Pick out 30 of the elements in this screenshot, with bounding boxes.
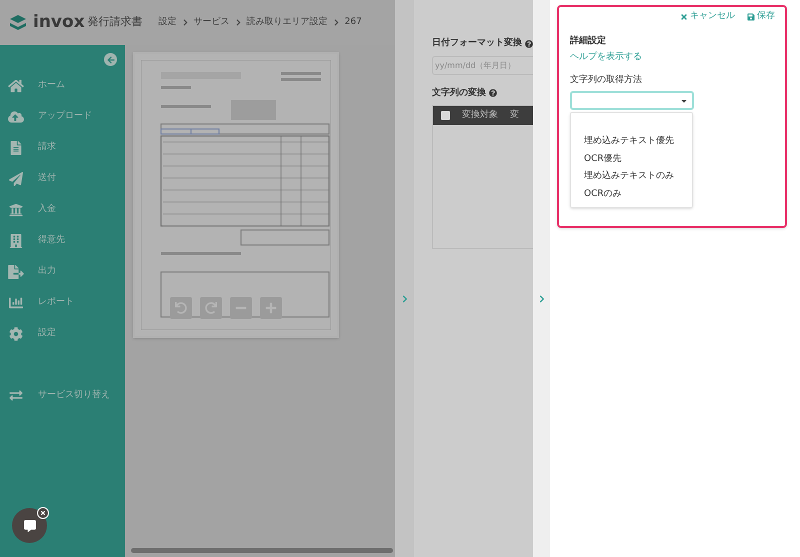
sidebar-item[interactable]: ホーム xyxy=(0,70,125,101)
sidebar-item[interactable]: 得意先 xyxy=(0,225,125,256)
help-link[interactable]: ヘルプを表示する xyxy=(570,51,775,64)
dropdown-option[interactable]: OCRのみ xyxy=(584,188,692,205)
dropdown-option[interactable]: OCR優先 xyxy=(584,152,692,170)
column-header: 変 xyxy=(510,108,519,122)
breadcrumb-item: 267 xyxy=(344,16,362,29)
field-label: 文字列の取得方法 xyxy=(570,74,643,86)
dropdown-option[interactable]: 埋め込みテキスト優先 xyxy=(584,135,692,152)
cancel-button[interactable]: キャンセル xyxy=(680,10,735,24)
sidebar-item[interactable]: レポート xyxy=(0,287,125,318)
sidebar-item[interactable]: 設定 xyxy=(0,318,125,349)
sidebar-item[interactable]: アップロード xyxy=(0,101,125,132)
field-label: 日付フォーマット変換 xyxy=(432,37,522,50)
save-button[interactable]: 保存 xyxy=(747,10,775,24)
breadcrumb-item[interactable]: 読み取りエリア設定 xyxy=(246,16,328,30)
dropdown-option[interactable]: 埋め込みテキストのみ xyxy=(584,170,692,188)
logo-text: invox xyxy=(33,10,85,34)
sidebar-item[interactable]: 出力 xyxy=(0,256,125,287)
product-name: 発行請求書 xyxy=(88,14,143,30)
date-format-field[interactable]: yy/mm/dd（年月日） xyxy=(432,56,533,74)
breadcrumb-item[interactable]: 設定 xyxy=(158,16,177,30)
field-label: 文字列の変換 xyxy=(432,86,486,100)
column-header: 変換対象 xyxy=(462,108,498,122)
switch-service-item[interactable]: サービス切り替え xyxy=(0,380,125,411)
sidebar-item[interactable]: 請求 xyxy=(0,132,125,163)
sidebar-item[interactable]: 送付 xyxy=(0,163,125,194)
sidebar-item[interactable]: 入金 xyxy=(0,194,125,225)
breadcrumb-item[interactable]: サービス xyxy=(194,16,230,30)
section-title: 詳細設定 xyxy=(570,34,607,48)
